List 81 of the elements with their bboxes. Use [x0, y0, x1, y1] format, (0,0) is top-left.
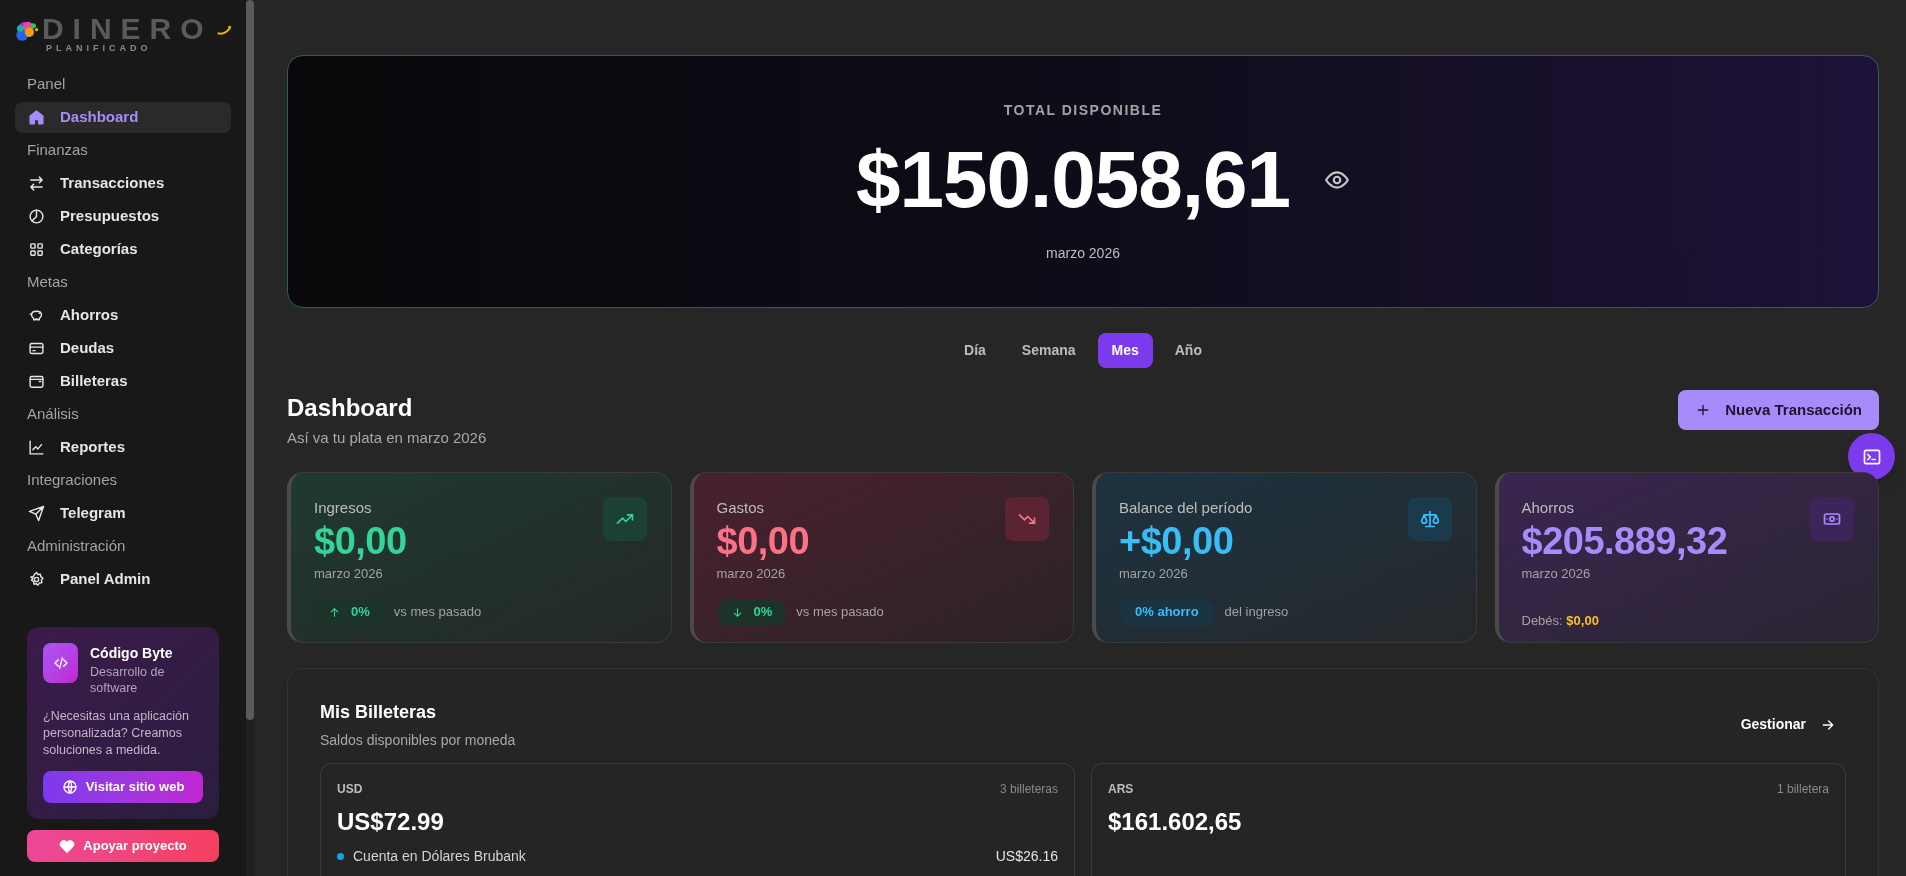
nav-item[interactable]: Deudas — [15, 333, 231, 364]
stat-label: Ahorros — [1521, 497, 1575, 518]
heart-icon — [59, 838, 76, 854]
nav-item[interactable]: Transacciones — [15, 168, 231, 199]
nav-section-label: Finanzas — [26, 140, 89, 161]
currency-total: US$72.99 — [337, 806, 445, 837]
swoosh-icon — [216, 23, 231, 37]
promo-subtitle: Desarrollo de software — [90, 664, 166, 696]
debt-label: Debés: — [1521, 612, 1563, 628]
nav-section-label: Metas — [26, 272, 69, 293]
savings-rate-badge: 0% ahorro — [1119, 598, 1215, 626]
currency-code: USD — [337, 780, 363, 798]
change-badge: 0% — [314, 598, 384, 626]
stat-label: Ingresos — [314, 497, 372, 518]
account-name: Cuenta en Dólares Brubank — [353, 846, 526, 866]
period-tab[interactable]: Año — [1160, 333, 1216, 368]
terminal-button[interactable] — [1848, 433, 1895, 480]
pie-chart-icon — [28, 208, 45, 225]
stat-label: Gastos — [716, 497, 765, 518]
nav-section-label: Integraciones — [26, 470, 119, 491]
home-icon — [28, 109, 45, 126]
period-tab[interactable]: Día — [950, 333, 1000, 368]
nav-item[interactable]: Presupuestos — [15, 201, 231, 232]
promo-title: Código Byte — [90, 644, 174, 663]
support-button[interactable]: Apoyar proyecto — [27, 830, 219, 862]
stat-label: Balance del período — [1119, 497, 1253, 518]
currency-code: ARS — [1108, 780, 1134, 798]
wallets-title: Mis Billeteras — [320, 700, 438, 724]
promo-text: ¿Necesitas una aplicación personalizada? Creamos soluciones a medida. — [43, 708, 190, 759]
send-icon — [28, 505, 45, 522]
nav-section-label: Análisis — [26, 404, 80, 425]
nav-item[interactable]: Reportes — [15, 432, 231, 463]
scale-icon — [1419, 508, 1440, 529]
nav-item[interactable]: Categorías — [15, 234, 231, 265]
stat-value: $0,00 — [314, 519, 407, 563]
account-amount: US$26.16 — [995, 846, 1058, 866]
stat-date: marzo 2026 — [1119, 565, 1189, 583]
credit-card-icon — [28, 340, 45, 357]
page-title: Dashboard — [287, 393, 414, 423]
card-note: vs mes pasado — [393, 603, 482, 622]
stat-date: marzo 2026 — [1521, 565, 1592, 583]
change-badge: 0% — [716, 598, 787, 626]
stat-value: +$0,00 — [1119, 519, 1234, 563]
scrollbar-thumb[interactable] — [246, 0, 254, 720]
arrows-icon — [28, 175, 45, 192]
nav-item[interactable]: Ahorros — [15, 300, 231, 331]
stat-date: marzo 2026 — [716, 565, 787, 583]
nav-item[interactable]: Panel Admin — [15, 564, 231, 595]
manage-link[interactable]: Gestionar — [1740, 714, 1836, 735]
total-amount: $150.058,61 — [856, 134, 1290, 225]
arrow-up-icon — [328, 605, 341, 619]
wallet-count: 1 billetera — [1776, 780, 1829, 798]
code-glyph-icon — [52, 655, 69, 671]
card-note: vs mes pasado — [796, 603, 884, 622]
card-note: del ingreso — [1224, 603, 1289, 622]
period-tab[interactable]: Semana — [1007, 333, 1090, 368]
wallet-icon — [28, 373, 45, 390]
grid-icon — [28, 241, 45, 258]
nav-section-label: Panel — [26, 74, 67, 95]
currency-total: $161.602,65 — [1108, 806, 1243, 837]
total-label: TOTAL DISPONIBLE — [1003, 100, 1163, 120]
globe-icon — [61, 779, 78, 795]
nav-section-label: Administración — [26, 536, 127, 557]
visit-website-button[interactable]: Visitar sitio web — [43, 771, 203, 803]
stat-value: $0,00 — [716, 519, 810, 563]
logo-title: DINERO — [41, 13, 213, 44]
page-subtitle: Así va tu plata en marzo 2026 — [287, 428, 487, 448]
new-transaction-button[interactable]: Nueva Transacción — [1678, 390, 1879, 430]
nav-item[interactable]: Billeteras — [15, 366, 231, 397]
nav-item[interactable]: Telegram — [15, 498, 231, 529]
debt-amount: $0,00 — [1566, 612, 1599, 628]
period-tab[interactable]: Mes — [1097, 333, 1153, 368]
wallet-count: 3 billeteras — [999, 780, 1058, 798]
settings-icon — [28, 571, 45, 588]
line-chart-icon — [28, 439, 45, 456]
stat-date: marzo 2026 — [314, 565, 384, 583]
total-date: marzo 2026 — [1046, 243, 1120, 263]
logo-subtitle: PLANIFICADO — [45, 43, 152, 53]
stat-value: $205.889,32 — [1521, 519, 1728, 563]
nav-item[interactable]: Dashboard — [15, 102, 231, 133]
wallets-subtitle: Saldos disponibles por moneda — [320, 730, 516, 750]
